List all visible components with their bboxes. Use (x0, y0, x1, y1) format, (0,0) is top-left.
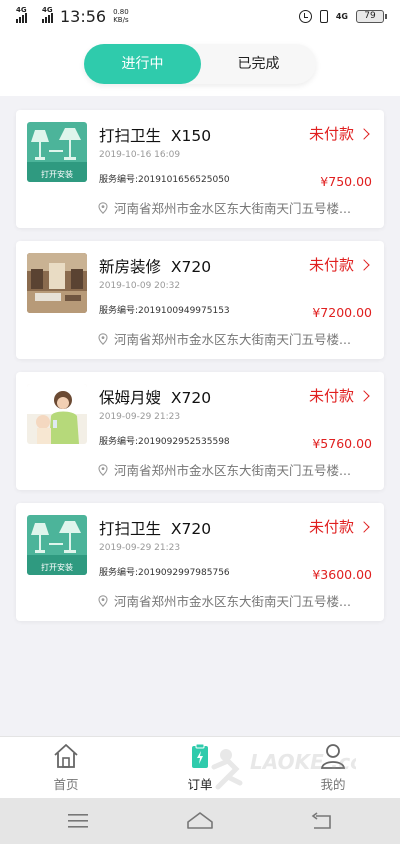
service-name: 新房装修 (99, 258, 162, 276)
order-address: 河南省郑州市金水区东大街南天门五号楼... (98, 329, 351, 348)
service-title: 打扫卫生 X720 (99, 517, 211, 539)
tab-completed[interactable]: 已完成 (201, 44, 316, 84)
unpaid-status-link[interactable]: 未付款 (308, 385, 370, 406)
lamp-thumbnail: 打开安装 (27, 515, 87, 575)
unpaid-status-link[interactable]: 未付款 (308, 516, 370, 537)
thumb-caption: 打开安装 (41, 169, 73, 179)
nav-home[interactable]: 首页 (26, 743, 106, 793)
chevron-right-icon (358, 389, 370, 402)
nav-mine-label: 我的 (320, 777, 346, 792)
speed-unit: KB/s (113, 16, 129, 24)
alarm-icon (298, 9, 312, 23)
chevron-right-icon (358, 520, 370, 533)
address-text: 河南省郑州市金水区东大街南天门五号楼... (114, 463, 351, 478)
profile-icon (320, 744, 346, 769)
order-price: ¥7200.00 (312, 305, 372, 320)
order-card[interactable]: 保姆月嫂 X720 未付款 2019-09-29 21:23 服务编号:2019… (16, 372, 384, 490)
service-name: 打扫卫生 (99, 520, 162, 538)
order-price: ¥3600.00 (312, 567, 372, 582)
home-icon (54, 744, 78, 768)
status-label: 未付款 (308, 256, 354, 274)
service-name: 打扫卫生 (99, 127, 162, 145)
order-time: 2019-10-16 16:09 (99, 150, 181, 160)
location-pin-icon (98, 201, 108, 214)
status-label: 未付款 (308, 387, 354, 405)
order-address: 河南省郑州市金水区东大街南天门五号楼... (98, 591, 351, 610)
battery-level: 79 (364, 11, 376, 21)
living-room-thumbnail (27, 253, 87, 313)
service-qty: X720 (170, 389, 212, 407)
order-address: 河南省郑州市金水区东大街南天门五号楼... (98, 198, 351, 217)
order-card[interactable]: 打开安装 打扫卫生 X720 未付款 2019-09-29 21:23 服务编号… (16, 503, 384, 621)
network-speed: 0.80 KB/s (113, 8, 129, 24)
bottom-tab-bar: 首页 订单 我的 LAOKE .com (0, 736, 400, 798)
network-type: 4G (335, 11, 348, 21)
status-label: 未付款 (308, 518, 354, 536)
service-title: 打扫卫生 X150 (99, 124, 211, 146)
system-home-icon[interactable] (180, 808, 220, 834)
signal-label-2: 4G (42, 6, 53, 14)
order-time: 2019-09-29 21:23 (99, 543, 181, 553)
back-icon[interactable] (302, 808, 342, 834)
tab-header: 进行中 已完成 (0, 32, 400, 96)
service-title: 新房装修 X720 (99, 255, 211, 277)
order-price: ¥5760.00 (312, 436, 372, 451)
order-time: 2019-10-09 20:32 (99, 281, 181, 291)
service-name: 保姆月嫂 (99, 389, 162, 407)
service-number: 服务编号:2019092952535598 (99, 437, 230, 447)
service-number: 服务编号:2019101656525050 (99, 175, 230, 185)
tab-in-progress[interactable]: 进行中 (84, 44, 201, 84)
order-time: 2019-09-29 21:23 (99, 412, 181, 422)
lamp-thumbnail: 打开安装 (27, 122, 87, 182)
location-pin-icon (98, 463, 108, 476)
order-card[interactable]: 打开安装 打扫卫生 X150 未付款 2019-10-16 16:09 服务编号… (16, 110, 384, 228)
segmented-tabs: 进行中 已完成 (84, 44, 316, 84)
order-card[interactable]: 新房装修 X720 未付款 2019-10-09 20:32 服务编号:2019… (16, 241, 384, 359)
service-qty: X150 (170, 127, 212, 145)
status-left: 4G 4G 13:56 0.80 KB/s (16, 6, 129, 26)
menu-icon[interactable] (58, 808, 98, 834)
chevron-right-icon (358, 258, 370, 271)
location-pin-icon (98, 332, 108, 345)
status-bar: 4G 4G 13:56 0.80 KB/s 4G 79 (0, 0, 400, 32)
service-number: 服务编号:2019092997985756 (99, 568, 230, 578)
status-right: 4G 79 (298, 9, 387, 23)
order-address: 河南省郑州市金水区东大街南天门五号楼... (98, 460, 351, 479)
address-text: 河南省郑州市金水区东大街南天门五号楼... (114, 332, 351, 347)
order-icon (192, 743, 208, 768)
signal-icon-2: 4G (42, 6, 53, 23)
order-price: ¥750.00 (320, 174, 372, 189)
location-pin-icon (98, 594, 108, 607)
nav-order-label: 订单 (187, 777, 213, 792)
nanny-thumbnail (27, 384, 87, 444)
thumb-caption: 打开安装 (41, 562, 73, 572)
service-qty: X720 (170, 258, 212, 276)
service-qty: X720 (170, 520, 212, 538)
unpaid-status-link[interactable]: 未付款 (308, 254, 370, 275)
address-text: 河南省郑州市金水区东大街南天门五号楼... (114, 594, 351, 609)
unpaid-status-link[interactable]: 未付款 (308, 123, 370, 144)
speed-value: 0.80 (113, 8, 129, 16)
nav-mine[interactable]: 我的 (293, 743, 373, 793)
system-nav-bar (0, 798, 400, 844)
nav-home-label: 首页 (53, 777, 79, 792)
status-label: 未付款 (308, 125, 354, 143)
service-number: 服务编号:2019100949975153 (99, 306, 230, 316)
chevron-right-icon (358, 127, 370, 140)
signal-icon: 4G (16, 6, 27, 23)
vibrate-icon (319, 9, 328, 23)
nav-order[interactable]: 订单 (160, 743, 240, 793)
service-title: 保姆月嫂 X720 (99, 386, 211, 408)
signal-label: 4G (16, 6, 27, 14)
clock-time: 13:56 (60, 6, 107, 26)
battery-icon: 79 (356, 9, 387, 23)
address-text: 河南省郑州市金水区东大街南天门五号楼... (114, 201, 351, 216)
